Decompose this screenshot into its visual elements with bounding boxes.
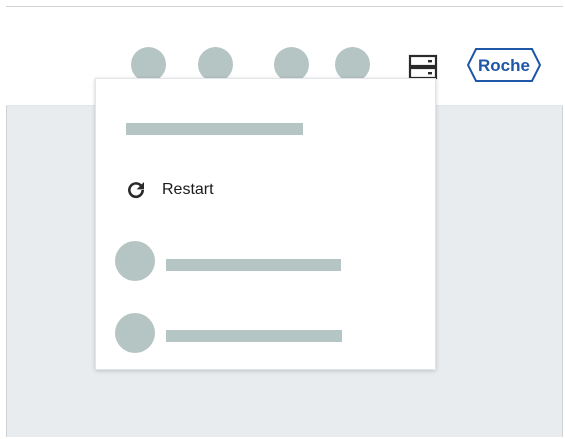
logo-text: Roche xyxy=(478,56,530,75)
header-placeholder-icon-3[interactable] xyxy=(274,47,309,82)
menu-item-placeholder-2[interactable] xyxy=(166,330,342,342)
header-placeholder-icon-4[interactable] xyxy=(335,47,370,82)
header-placeholder-icon-1[interactable] xyxy=(131,47,166,82)
user-avatar-1[interactable] xyxy=(115,241,155,281)
restart-menu-item[interactable]: Restart xyxy=(124,177,214,203)
menu-header-placeholder xyxy=(126,123,303,135)
user-avatar-2[interactable] xyxy=(115,313,155,353)
refresh-icon xyxy=(128,182,145,199)
server-icon[interactable] xyxy=(408,54,438,80)
menu-item-placeholder-1[interactable] xyxy=(166,259,341,271)
dropdown-menu: Restart xyxy=(95,78,436,370)
roche-logo: Roche xyxy=(466,48,542,82)
restart-label: Restart xyxy=(162,181,214,198)
header-placeholder-icon-2[interactable] xyxy=(198,47,233,82)
